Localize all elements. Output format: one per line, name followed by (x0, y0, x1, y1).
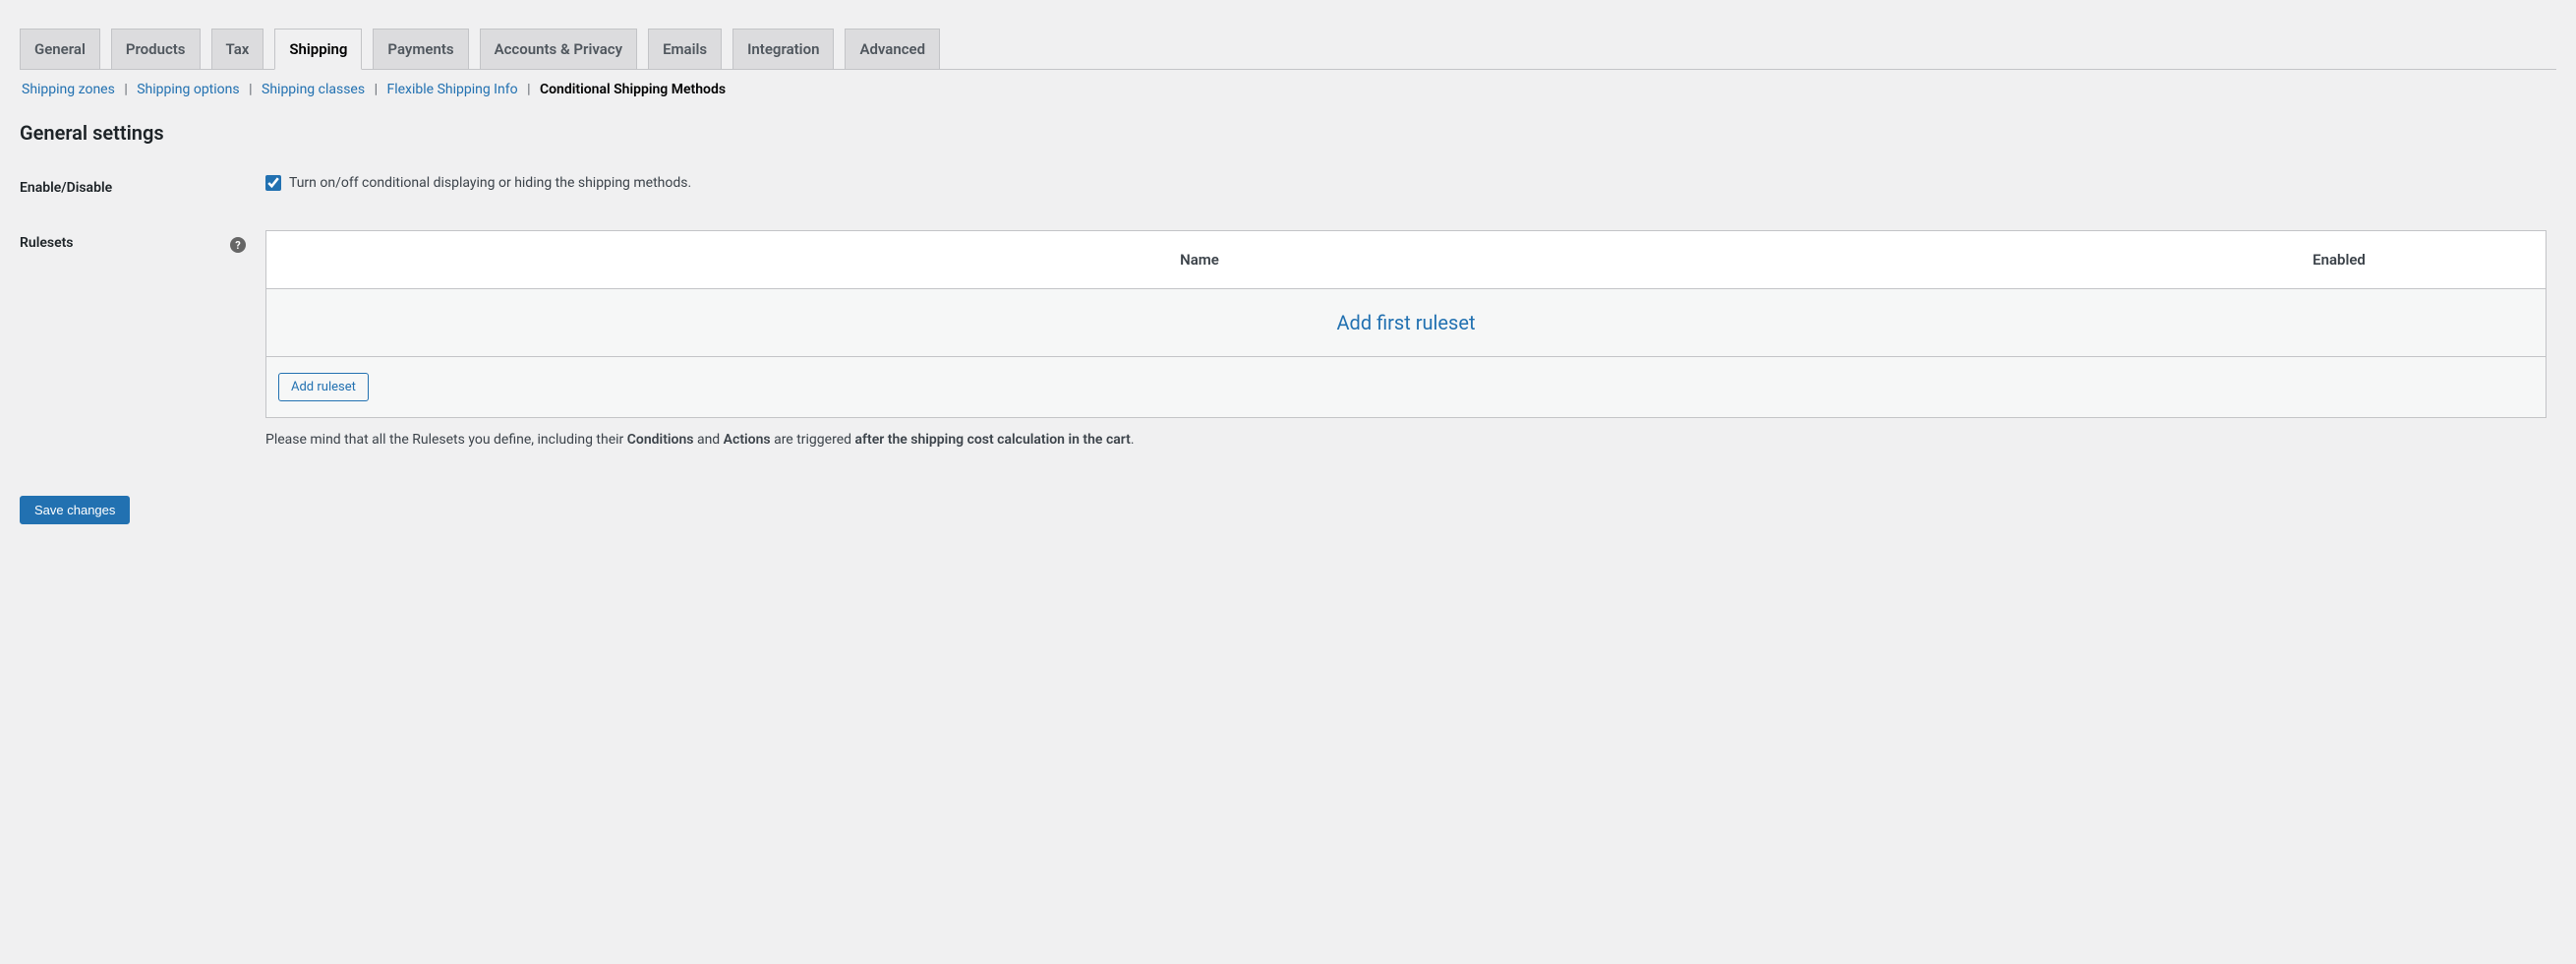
subnav-shipping-classes[interactable]: Shipping classes (260, 82, 367, 97)
subnav-shipping-zones[interactable]: Shipping zones (20, 82, 117, 97)
subnav-shipping-options[interactable]: Shipping options (135, 82, 241, 97)
subnav-separator: | (523, 82, 534, 97)
note-text: and (693, 432, 723, 448)
tab-accounts-privacy[interactable]: Accounts & Privacy (480, 29, 638, 70)
help-icon[interactable]: ? (230, 237, 246, 253)
save-changes-button[interactable]: Save changes (20, 496, 130, 524)
tab-advanced[interactable]: Advanced (845, 29, 940, 70)
add-ruleset-button[interactable]: Add ruleset (278, 373, 369, 401)
tab-integration[interactable]: Integration (732, 29, 834, 70)
tab-tax[interactable]: Tax (211, 29, 264, 70)
subnav-conditional-shipping-methods[interactable]: Conditional Shipping Methods (538, 82, 728, 97)
add-first-ruleset-link[interactable]: Add first ruleset (1337, 311, 1476, 334)
subnav-separator: | (245, 82, 256, 97)
subnav-separator: | (371, 82, 381, 97)
tab-emails[interactable]: Emails (648, 29, 722, 70)
settings-form: Enable/Disable Turn on/off conditional d… (20, 160, 2556, 462)
rulesets-header: Name Enabled (266, 231, 2546, 289)
settings-tabs: General Products Tax Shipping Payments A… (20, 20, 2556, 70)
note-strong-actions: Actions (724, 432, 771, 448)
rulesets-note: Please mind that all the Rulesets you de… (265, 432, 2547, 448)
note-strong-after: after the shipping cost calculation in t… (855, 432, 1131, 448)
note-text: are triggered (771, 432, 855, 448)
tab-products[interactable]: Products (111, 29, 201, 70)
shipping-subnav: Shipping zones | Shipping options | Ship… (20, 70, 2556, 97)
rulesets-empty-row: Add first ruleset (266, 289, 2546, 357)
column-enabled: Enabled (2133, 231, 2546, 288)
note-text: . (1131, 432, 1135, 448)
tab-shipping[interactable]: Shipping (274, 29, 362, 70)
rulesets-table: Name Enabled Add first ruleset Add rules… (265, 230, 2547, 418)
subnav-separator: | (120, 82, 131, 97)
tab-general[interactable]: General (20, 29, 100, 70)
note-strong-conditions: Conditions (627, 432, 694, 448)
enable-disable-checkbox[interactable] (265, 175, 281, 191)
column-name: Name (266, 231, 2133, 288)
tab-payments[interactable]: Payments (373, 29, 468, 70)
note-text: Please mind that all the Rulesets you de… (265, 432, 627, 448)
enable-disable-field[interactable]: Turn on/off conditional displaying or hi… (265, 175, 691, 191)
enable-disable-description: Turn on/off conditional displaying or hi… (289, 175, 691, 191)
rulesets-label: Rulesets (20, 235, 74, 251)
rulesets-footer: Add ruleset (266, 357, 2546, 417)
subnav-flexible-shipping-info[interactable]: Flexible Shipping Info (384, 82, 519, 97)
enable-disable-label: Enable/Disable (20, 160, 256, 215)
section-title: General settings (20, 121, 2556, 145)
